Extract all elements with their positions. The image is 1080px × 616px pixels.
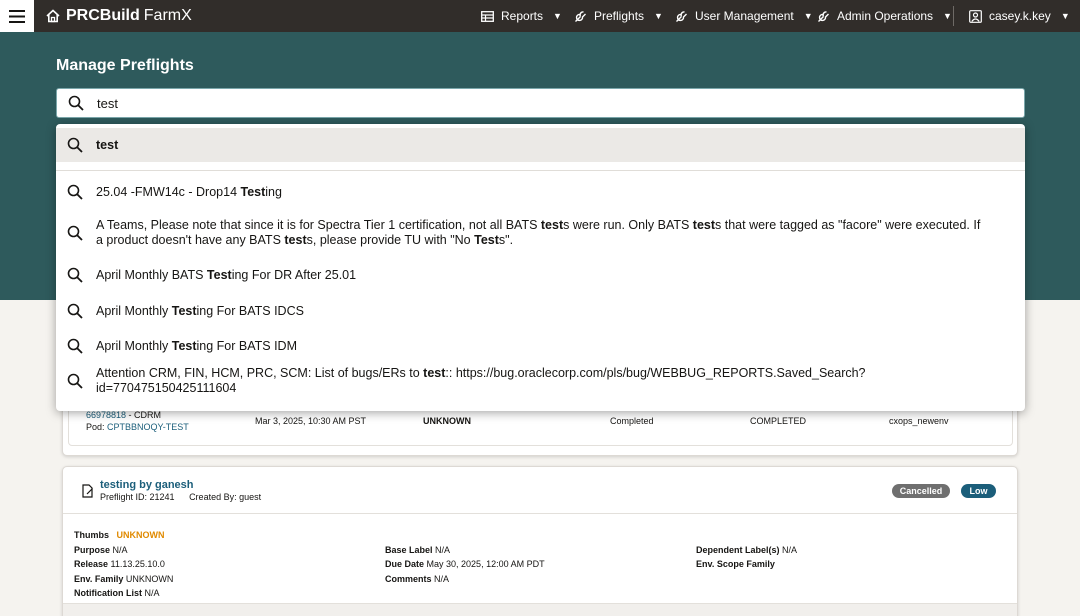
env-family-value: UNKNOWN <box>125 574 174 584</box>
suggestion-label: April Monthly Testing For BATS IDCS <box>96 303 304 318</box>
app-brand-link[interactable]: PRCBuild FarmX <box>46 7 192 25</box>
nav-preflights-menu[interactable]: Preflights ▼ <box>574 0 663 32</box>
due-date-label: Due Date <box>385 559 425 569</box>
nav-user-management-menu[interactable]: User Management ▼ <box>675 0 813 32</box>
dependent-labels-value: N/A <box>782 545 798 555</box>
preflight-id-suffix: - CDRM <box>126 410 162 420</box>
pod-link[interactable]: CPTBBNOQY-TEST <box>107 422 189 432</box>
comments-value: N/A <box>434 574 450 584</box>
nav-reports-menu[interactable]: Reports ▼ <box>481 0 562 32</box>
dependent-labels-label: Dependent Label(s) <box>696 545 780 555</box>
due-date-value: May 30, 2025, 12:00 AM PDT <box>426 559 545 569</box>
search-icon <box>67 137 83 153</box>
search-icon <box>68 95 84 111</box>
suggestion-label: April Monthly BATS Testing For DR After … <box>96 267 357 282</box>
suggestion-label: April Monthly Testing For BATS IDM <box>96 338 297 353</box>
row-date: Mar 3, 2025, 10:30 AM PST <box>255 416 367 426</box>
chevron-down-icon: ▼ <box>553 11 562 21</box>
preflight-id-link[interactable]: 66978818 <box>86 410 126 420</box>
home-icon <box>46 9 60 23</box>
search-suggestions-dropdown: test 25.04 -FMW14c - Drop14 Testing A Te… <box>56 124 1025 411</box>
wrench-icon <box>818 10 829 22</box>
brand-name: PRCBuild <box>66 7 140 24</box>
user-account-menu[interactable]: casey.k.key ▼ <box>969 0 1070 32</box>
suggestion-item[interactable]: April Monthly Testing For BATS IDM <box>56 332 1025 360</box>
comments-label: Comments <box>385 574 432 584</box>
suggestion-label: test <box>96 137 119 152</box>
notification-list-value: N/A <box>144 588 160 598</box>
pod-label: Pod: <box>86 422 108 432</box>
chevron-down-icon: ▼ <box>1060 11 1070 21</box>
purpose-value: N/A <box>112 545 128 555</box>
chevron-down-icon: ▼ <box>803 11 813 21</box>
wrench-icon <box>676 10 687 22</box>
suggestion-item[interactable]: Attention CRM, FIN, HCM, PRC, SCM: List … <box>56 366 1025 395</box>
brand-subtitle: FarmX <box>143 7 192 24</box>
suggestion-item[interactable]: A Teams, Please note that since it is fo… <box>56 216 1025 250</box>
search-box[interactable] <box>56 88 1025 118</box>
env-scope-family-label: Env. Scope Family <box>696 559 775 569</box>
notification-list-label: Notification List <box>74 588 142 598</box>
search-icon <box>67 267 83 283</box>
thumbs-value: UNKNOWN <box>116 530 165 540</box>
base-label-label: Base Label <box>385 545 433 555</box>
suggestion-query-item[interactable]: test <box>56 128 1025 162</box>
row-thumbs: UNKNOWN <box>423 416 471 426</box>
wrench-icon <box>575 10 586 22</box>
top-navigation-bar: PRCBuild FarmX Reports ▼ Preflights ▼ Us… <box>0 0 1080 32</box>
user-icon <box>969 9 982 23</box>
search-input[interactable] <box>97 95 957 111</box>
nav-admin-operations-label: Admin Operations <box>837 9 934 23</box>
nav-divider <box>953 6 954 26</box>
created-by: Created By: guest <box>189 492 262 502</box>
row-state: COMPLETED <box>750 416 807 426</box>
preflight-meta: Preflight ID: 21241 Created By: guest <box>100 492 261 502</box>
suggestion-label: Attention CRM, FIN, HCM, PRC, SCM: List … <box>96 366 866 395</box>
row-env: cxops_newenv <box>889 416 949 426</box>
search-icon <box>67 184 83 200</box>
nav-user-management-label: User Management <box>695 9 794 23</box>
user-name: casey.k.key <box>989 9 1051 23</box>
hamburger-icon <box>9 9 25 23</box>
search-icon <box>67 338 83 354</box>
release-value: 11.13.25.10.0 <box>110 559 165 569</box>
nav-reports-label: Reports <box>501 9 544 23</box>
nav-admin-operations-menu[interactable]: Admin Operations ▼ <box>817 0 952 32</box>
row-status: Completed <box>610 416 654 426</box>
preflight-title-link[interactable]: testing by ganesh <box>100 479 194 491</box>
preflight-id: Preflight ID: 21241 <box>100 492 175 502</box>
release-label: Release <box>74 559 109 569</box>
base-label-value: N/A <box>435 545 451 555</box>
search-icon <box>67 225 83 241</box>
chevron-down-icon: ▼ <box>943 11 952 21</box>
priority-badge: Low <box>961 484 996 498</box>
preflight-card: testing by ganesh Preflight ID: 21241 Cr… <box>62 466 1018 616</box>
suggestion-item[interactable]: 25.04 -FMW14c - Drop14 Testing <box>56 178 1025 206</box>
page-title: Manage Preflights <box>56 57 194 74</box>
status-badge: Cancelled <box>892 484 950 498</box>
nav-preflights-label: Preflights <box>594 9 645 23</box>
search-icon <box>67 303 83 319</box>
search-icon <box>67 373 83 389</box>
suggestion-item[interactable]: April Monthly BATS Testing For DR After … <box>56 261 1025 289</box>
suggestion-label: 25.04 -FMW14c - Drop14 Testing <box>96 184 282 199</box>
purpose-label: Purpose <box>74 545 111 555</box>
preflight-card-header: testing by ganesh Preflight ID: 21241 Cr… <box>63 467 1017 514</box>
card-footer-strip <box>63 603 1017 616</box>
table-icon <box>481 10 494 22</box>
chevron-down-icon: ▼ <box>654 11 663 21</box>
suggestion-divider <box>56 170 1025 171</box>
hamburger-menu-button[interactable] <box>0 0 34 32</box>
suggestion-label: A Teams, Please note that since it is fo… <box>96 218 981 247</box>
document-edit-icon <box>82 484 93 498</box>
thumbs-label: Thumbs <box>74 530 109 540</box>
env-family-label: Env. Family <box>74 574 124 584</box>
suggestion-item[interactable]: April Monthly Testing For BATS IDCS <box>56 297 1025 325</box>
